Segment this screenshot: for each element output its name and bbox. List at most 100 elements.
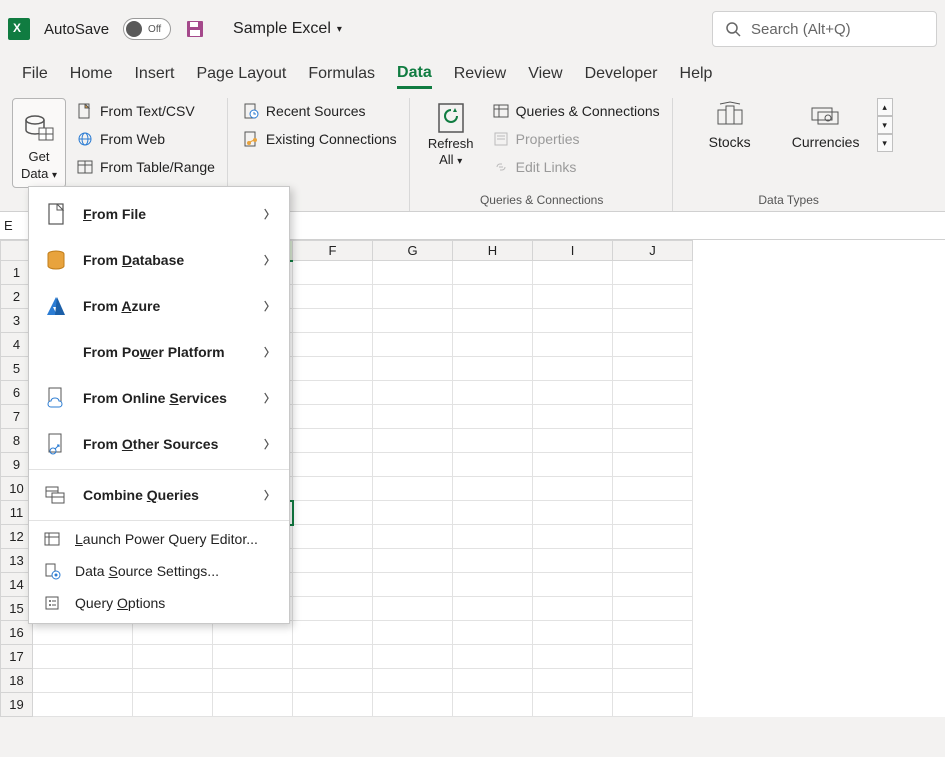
row-header-16[interactable]: 16	[1, 621, 33, 645]
cell-H11[interactable]	[453, 501, 533, 525]
cell-F14[interactable]	[293, 573, 373, 597]
col-header-F[interactable]: F	[293, 241, 373, 261]
tab-formulas[interactable]: Formulas	[308, 65, 375, 87]
cell-H13[interactable]	[453, 549, 533, 573]
cell-G10[interactable]	[373, 477, 453, 501]
cell-C16[interactable]	[33, 621, 133, 645]
cell-I5[interactable]	[533, 357, 613, 381]
cell-E16[interactable]	[213, 621, 293, 645]
menu-data-source-settings[interactable]: Data Source Settings...	[29, 555, 289, 587]
menu-combine-queries[interactable]: Combine Queries〉	[29, 472, 289, 518]
cell-J10[interactable]	[613, 477, 693, 501]
tab-home[interactable]: Home	[70, 65, 113, 87]
cell-J17[interactable]	[613, 645, 693, 669]
cell-G7[interactable]	[373, 405, 453, 429]
cell-G17[interactable]	[373, 645, 453, 669]
cell-H2[interactable]	[453, 285, 533, 309]
cell-G9[interactable]	[373, 453, 453, 477]
cell-J6[interactable]	[613, 381, 693, 405]
search-input[interactable]: Search (Alt+Q)	[712, 11, 937, 47]
col-header-H[interactable]: H	[453, 241, 533, 261]
cell-F17[interactable]	[293, 645, 373, 669]
cell-I2[interactable]	[533, 285, 613, 309]
cell-H1[interactable]	[453, 261, 533, 285]
cell-J16[interactable]	[613, 621, 693, 645]
cell-G3[interactable]	[373, 309, 453, 333]
cell-F5[interactable]	[293, 357, 373, 381]
cell-F15[interactable]	[293, 597, 373, 621]
cell-J2[interactable]	[613, 285, 693, 309]
cell-D18[interactable]	[133, 669, 213, 693]
cell-F19[interactable]	[293, 693, 373, 717]
cell-I18[interactable]	[533, 669, 613, 693]
cell-J7[interactable]	[613, 405, 693, 429]
cell-F13[interactable]	[293, 549, 373, 573]
queries-connections-button[interactable]: Queries & Connections	[490, 100, 662, 122]
cell-C19[interactable]	[33, 693, 133, 717]
menu-from-power-platform[interactable]: From Power Platform〉	[29, 329, 289, 375]
cell-H9[interactable]	[453, 453, 533, 477]
cell-J5[interactable]	[613, 357, 693, 381]
cell-H14[interactable]	[453, 573, 533, 597]
cell-I12[interactable]	[533, 525, 613, 549]
tab-data[interactable]: Data	[397, 64, 432, 89]
cell-H12[interactable]	[453, 525, 533, 549]
cell-E17[interactable]	[213, 645, 293, 669]
cell-F4[interactable]	[293, 333, 373, 357]
cell-F16[interactable]	[293, 621, 373, 645]
col-header-I[interactable]: I	[533, 241, 613, 261]
cell-I14[interactable]	[533, 573, 613, 597]
cell-I16[interactable]	[533, 621, 613, 645]
cell-J9[interactable]	[613, 453, 693, 477]
cell-D19[interactable]	[133, 693, 213, 717]
name-box[interactable]: E	[4, 218, 30, 233]
row-header-18[interactable]: 18	[1, 669, 33, 693]
cell-F8[interactable]	[293, 429, 373, 453]
cell-H15[interactable]	[453, 597, 533, 621]
tab-review[interactable]: Review	[454, 65, 506, 87]
cell-H7[interactable]	[453, 405, 533, 429]
cell-J11[interactable]	[613, 501, 693, 525]
cell-J12[interactable]	[613, 525, 693, 549]
tab-developer[interactable]: Developer	[585, 65, 658, 87]
existing-connections-button[interactable]: Existing Connections	[240, 128, 399, 150]
menu-from-database[interactable]: From Database〉	[29, 237, 289, 283]
cell-I8[interactable]	[533, 429, 613, 453]
cell-J15[interactable]	[613, 597, 693, 621]
scroll-down-icon[interactable]: ▾	[877, 116, 893, 134]
cell-I13[interactable]	[533, 549, 613, 573]
row-header-19[interactable]: 19	[1, 693, 33, 717]
filename-dropdown[interactable]: Sample Excel ▾	[233, 20, 342, 38]
cell-I7[interactable]	[533, 405, 613, 429]
cell-J1[interactable]	[613, 261, 693, 285]
cell-H19[interactable]	[453, 693, 533, 717]
cell-E18[interactable]	[213, 669, 293, 693]
cell-G13[interactable]	[373, 549, 453, 573]
cell-I15[interactable]	[533, 597, 613, 621]
cell-I4[interactable]	[533, 333, 613, 357]
cell-G19[interactable]	[373, 693, 453, 717]
cell-I3[interactable]	[533, 309, 613, 333]
cell-H16[interactable]	[453, 621, 533, 645]
from-web-button[interactable]: From Web	[74, 128, 217, 150]
cell-J14[interactable]	[613, 573, 693, 597]
cell-G2[interactable]	[373, 285, 453, 309]
tab-insert[interactable]: Insert	[134, 65, 174, 87]
cell-G16[interactable]	[373, 621, 453, 645]
refresh-all-button[interactable]: Refresh All ▾	[422, 98, 480, 178]
cell-I17[interactable]	[533, 645, 613, 669]
cell-J8[interactable]	[613, 429, 693, 453]
cell-G6[interactable]	[373, 381, 453, 405]
scroll-up-icon[interactable]: ▴	[877, 98, 893, 116]
cell-J4[interactable]	[613, 333, 693, 357]
cell-F3[interactable]	[293, 309, 373, 333]
cell-G12[interactable]	[373, 525, 453, 549]
cell-H18[interactable]	[453, 669, 533, 693]
menu-from-file[interactable]: From File〉	[29, 191, 289, 237]
cell-C18[interactable]	[33, 669, 133, 693]
cell-H10[interactable]	[453, 477, 533, 501]
cell-H17[interactable]	[453, 645, 533, 669]
cell-G8[interactable]	[373, 429, 453, 453]
col-header-J[interactable]: J	[613, 241, 693, 261]
from-table-range-button[interactable]: From Table/Range	[74, 156, 217, 178]
